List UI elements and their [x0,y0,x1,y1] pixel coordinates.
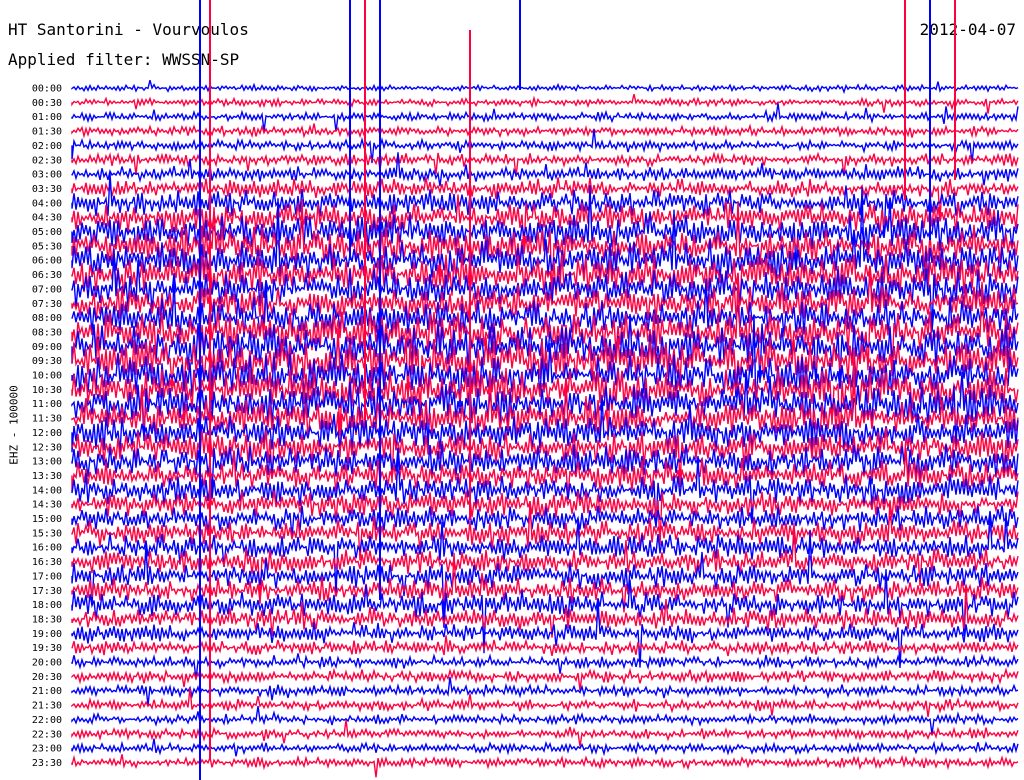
helicorder-plot: 00:00 00:30 01:00 01:30 02:00 02:30 03:00 03:30… [32,0,1019,780]
time-tick-1530: 15:30 [32,528,62,539]
time-tick-labels: 00:00 00:30 01:00 01:30 02:00 02:30 03:00 03:30… [32,84,62,769]
time-tick-0330: 03:30 [32,184,62,195]
time-tick-0000: 00:00 [32,84,62,95]
time-tick-1630: 16:30 [32,557,62,568]
time-tick-0900: 09:00 [32,342,62,353]
time-tick-2230: 22:30 [32,729,62,740]
time-tick-0030: 00:30 [32,98,62,109]
time-tick-1400: 14:00 [32,485,62,496]
time-tick-1330: 13:30 [32,471,62,482]
trace-row-1930 [71,635,1019,657]
time-tick-0300: 03:00 [32,170,62,181]
time-tick-1430: 14:30 [32,500,62,511]
time-tick-0830: 08:30 [32,327,62,338]
time-tick-1700: 17:00 [32,571,62,582]
time-tick-1900: 19:00 [32,629,62,640]
time-tick-1100: 11:00 [32,399,62,410]
time-tick-2330: 23:30 [32,758,62,769]
trace-row-2300 [71,738,1019,757]
trace-row-2330 [71,754,1019,778]
time-tick-0630: 06:30 [32,270,62,281]
time-tick-1600: 16:00 [32,543,62,554]
time-tick-1830: 18:30 [32,614,62,625]
time-tick-0500: 05:00 [32,227,62,238]
time-tick-2130: 21:30 [32,701,62,712]
time-tick-1230: 12:30 [32,442,62,453]
time-tick-0930: 09:30 [32,356,62,367]
time-tick-0130: 01:30 [32,127,62,138]
time-tick-0600: 06:00 [32,256,62,267]
time-tick-0800: 08:00 [32,313,62,324]
trace-row-0000 [71,80,1019,95]
time-tick-1000: 10:00 [32,371,62,382]
trace-row-0030 [71,94,1019,114]
time-tick-1730: 17:30 [32,586,62,597]
time-tick-0100: 01:00 [32,112,62,123]
time-tick-1500: 15:00 [32,514,62,525]
time-tick-0200: 02:00 [32,141,62,152]
trace-layer [71,0,1019,780]
time-tick-2000: 20:00 [32,658,62,669]
time-tick-0700: 07:00 [32,284,62,295]
time-tick-0530: 05:30 [32,241,62,252]
time-tick-2300: 23:00 [32,744,62,755]
time-tick-1930: 19:30 [32,643,62,654]
time-tick-2100: 21:00 [32,686,62,697]
time-tick-2030: 20:30 [32,672,62,683]
time-tick-1800: 18:00 [32,600,62,611]
time-tick-1300: 13:00 [32,457,62,468]
time-tick-0730: 07:30 [32,299,62,310]
time-tick-1200: 12:00 [32,428,62,439]
time-tick-0400: 04:00 [32,198,62,209]
trace-row-0130 [71,123,1019,139]
time-tick-2200: 22:00 [32,715,62,726]
time-tick-1030: 10:30 [32,385,62,396]
time-tick-1130: 11:30 [32,414,62,425]
time-tick-0230: 02:30 [32,155,62,166]
time-tick-0430: 04:30 [32,213,62,224]
